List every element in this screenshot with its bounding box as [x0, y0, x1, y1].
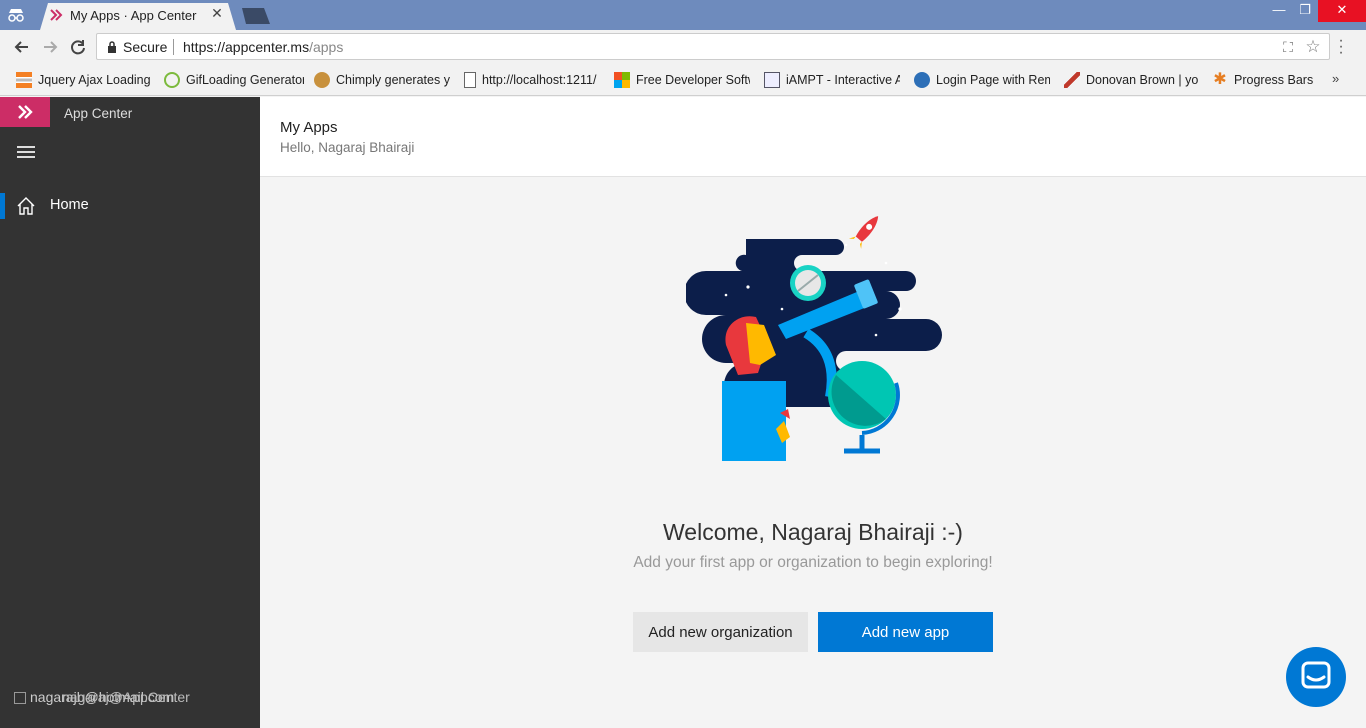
support-chat-button[interactable]: [1286, 647, 1346, 707]
incognito-icon: [8, 9, 24, 22]
bookmark-item[interactable]: Jquery Ajax Loading i: [16, 71, 150, 89]
bookmark-item[interactable]: Chimply generates yo: [314, 71, 450, 89]
tab-title: My Apps · App Center: [70, 8, 197, 23]
active-indicator: [0, 193, 5, 219]
appcenter-favicon-icon: [50, 9, 63, 21]
add-app-button[interactable]: Add new app: [818, 612, 993, 652]
page-header: My Apps Hello, Nagaraj Bhairaji: [260, 97, 1366, 177]
bookmarks-more-button[interactable]: »: [1332, 71, 1339, 86]
address-bar[interactable]: Secure https://appcenter.ms/apps ⛶ ☆: [96, 33, 1330, 60]
browser-menu-icon[interactable]: · · ·: [1336, 33, 1346, 61]
home-icon: [17, 197, 35, 215]
back-icon[interactable]: [12, 37, 32, 57]
restore-icon[interactable]: ❐: [1290, 0, 1320, 22]
add-organization-button[interactable]: Add new organization: [633, 612, 808, 652]
sidebar-item-label: Home: [50, 197, 89, 213]
page-icon: [464, 72, 476, 88]
bookmark-item[interactable]: Free Developer Softw: [614, 71, 750, 89]
hammer-icon: [1064, 72, 1080, 88]
lock-icon: [108, 41, 116, 53]
welcome-heading: Welcome, Nagaraj Bhairaji :-): [663, 519, 963, 545]
browser-toolbar: Secure https://appcenter.ms/apps ⛶ ☆ · · ·: [0, 30, 1366, 64]
welcome-hint: Add your first app or organization to be…: [633, 554, 993, 571]
app-name: App Center: [64, 106, 133, 121]
doc-icon: [764, 72, 780, 88]
microsoft-icon: [614, 72, 630, 88]
bookmark-item[interactable]: ✱ Progress Bars: [1212, 71, 1322, 89]
chat-icon: [1301, 661, 1331, 689]
appcenter-logo-icon: [18, 105, 33, 119]
page-greeting: Hello, Nagaraj Bhairaji: [280, 140, 415, 155]
bookmark-item[interactable]: Login Page with Rem: [914, 71, 1050, 89]
aspnet-icon: [914, 72, 930, 88]
browser-tabstrip: My Apps · App Center ✕ — ❐ ✕: [0, 0, 1366, 30]
bookmark-item[interactable]: GifLoading Generator: [164, 71, 304, 89]
bookmarks-bar: Jquery Ajax Loading i GifLoading Generat…: [0, 64, 1366, 96]
reload-icon[interactable]: [68, 37, 88, 57]
window-close-icon[interactable]: ✕: [1318, 0, 1366, 22]
new-tab-button[interactable]: [242, 8, 270, 24]
security-label: Secure: [123, 39, 168, 55]
bookmark-item[interactable]: http://localhost:1211/: [464, 71, 600, 89]
url-text: https://appcenter.ms/apps: [183, 39, 344, 55]
sidebar-item-home[interactable]: Home: [0, 193, 260, 219]
translate-icon[interactable]: ⛶: [1280, 39, 1296, 55]
address-divider: [173, 39, 174, 55]
appcenter-logo[interactable]: [0, 97, 50, 127]
user-name: nagaraj@AppCenter: [62, 689, 190, 705]
sidebar: App Center Home nagarajb@hotmail.com nag…: [0, 97, 260, 728]
page-title: My Apps: [280, 119, 338, 136]
bookmark-star-icon[interactable]: ☆: [1305, 38, 1321, 55]
lg-icon: [164, 72, 180, 88]
monkey-icon: [314, 72, 330, 88]
stack-icon: [16, 72, 32, 88]
space-explorer-illustration: [686, 216, 942, 461]
asterisk-icon: ✱: [1213, 71, 1227, 88]
bookmark-item[interactable]: Donovan Brown | yo: [1064, 71, 1198, 89]
bookmark-item[interactable]: iAMPT - Interactive A: [764, 71, 900, 89]
avatar: [14, 692, 26, 705]
tab-close-icon[interactable]: ✕: [209, 5, 225, 21]
menu-toggle-icon[interactable]: [17, 146, 35, 160]
forward-icon[interactable]: [40, 37, 60, 57]
user-account[interactable]: nagarajb@hotmail.com nagaraj@AppCenter: [14, 689, 254, 707]
main-content: Welcome, Nagaraj Bhairaji :-) Add your f…: [260, 177, 1366, 728]
